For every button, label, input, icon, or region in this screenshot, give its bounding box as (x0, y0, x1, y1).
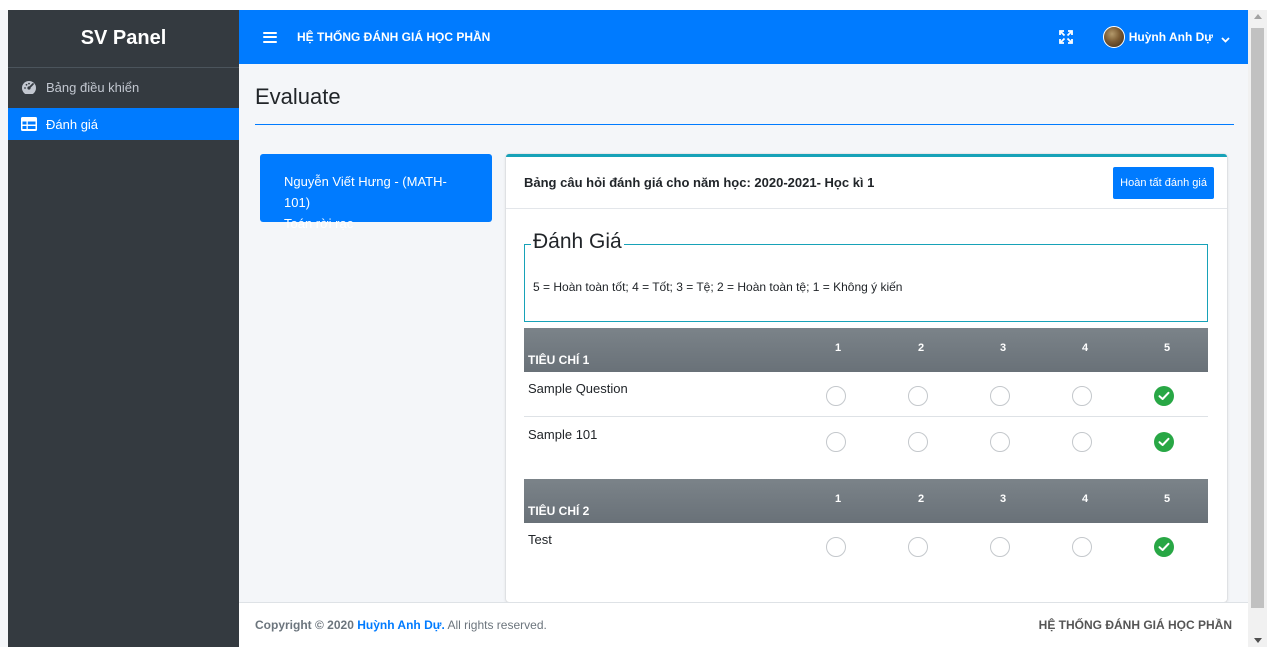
rating-radio-1[interactable] (826, 537, 846, 557)
footer: Copyright © 2020 Huỳnh Anh Dự. All right… (239, 602, 1248, 647)
rating-radio-1[interactable] (826, 386, 846, 406)
criteria-header-2: TIÊU CHÍ 2 1 2 3 4 5 (524, 479, 1208, 523)
card-header: Bảng câu hỏi đánh giá cho năm học: 2020-… (506, 157, 1227, 209)
sidebar-item-label: Đánh giá (46, 116, 99, 132)
criteria-header-1: TIÊU CHÍ 1 1 2 3 4 5 (524, 328, 1208, 372)
main-content: Evaluate Nguyễn Viết Hưng - (MATH-101) T… (239, 64, 1248, 602)
question-row: Test (524, 524, 1208, 568)
sidebar: SV Panel Bảng điều khiển Đánh giá (8, 10, 239, 647)
copyright-suffix: All rights reserved. (444, 618, 547, 632)
rating-scale-text: 5 = Hoàn toàn tốt; 4 = Tốt; 3 = Tệ; 2 = … (533, 280, 903, 294)
finish-evaluation-button[interactable]: Hoàn tất đánh giá (1113, 166, 1214, 199)
system-title: HỆ THỐNG ĐÁNH GIÁ HỌC PHẦN (297, 30, 491, 44)
page-title: Evaluate (255, 84, 341, 109)
check-icon (1158, 391, 1170, 400)
brand-title: SV Panel (80, 27, 167, 49)
check-icon (1158, 542, 1170, 551)
column-header-3: 3 (1000, 493, 1007, 505)
rating-radio-3[interactable] (990, 386, 1010, 406)
column-header-3: 3 (1000, 342, 1007, 354)
criteria-name: TIÊU CHÍ 1 (528, 353, 590, 367)
sidebar-item-label: Bảng điều khiển (46, 79, 140, 95)
scroll-down-icon[interactable] (1254, 638, 1262, 643)
criteria-name: TIÊU CHÍ 2 (528, 504, 590, 518)
sidebar-item-dashboard[interactable]: Bảng điều khiển (8, 72, 239, 102)
rating-radio-5-checked[interactable] (1154, 537, 1174, 557)
rating-radio-2[interactable] (908, 432, 928, 452)
sidebar-item-evaluate[interactable]: Đánh giá (8, 108, 239, 140)
question-text: Sample Question (528, 381, 628, 396)
dashboard-gauge-icon (20, 80, 38, 94)
column-header-2: 2 (918, 342, 925, 354)
column-header-1: 1 (835, 493, 842, 505)
page-scrollbar[interactable] (1248, 10, 1267, 647)
rating-radio-3[interactable] (990, 537, 1010, 557)
course-name: Toán rời rạc (284, 216, 354, 231)
rating-radio-4[interactable] (1072, 537, 1092, 557)
fullscreen-icon[interactable] (1058, 30, 1073, 44)
rating-radio-4[interactable] (1072, 432, 1092, 452)
copyright-text: Copyright © 2020 Huỳnh Anh Dự. All right… (255, 618, 547, 632)
top-navbar: HỆ THỐNG ĐÁNH GIÁ HỌC PHẦN Huỳnh Anh Dự (239, 10, 1248, 64)
rating-radio-2[interactable] (908, 537, 928, 557)
question-row: Sample 101 (524, 419, 1208, 463)
rating-radio-2[interactable] (908, 386, 928, 406)
avatar (1102, 26, 1125, 48)
column-header-4: 4 (1082, 493, 1089, 505)
scroll-thumb[interactable] (1251, 28, 1264, 608)
top-strip (0, 0, 1267, 10)
teacher-course-card[interactable]: Nguyễn Viết Hưng - (MATH-101) Toán rời r… (260, 154, 492, 231)
rating-radio-3[interactable] (990, 432, 1010, 452)
menu-toggle-icon[interactable] (263, 31, 277, 43)
legend-title: Đánh Giá (531, 230, 624, 254)
rating-radio-5-checked[interactable] (1154, 386, 1174, 406)
title-divider (255, 124, 1234, 125)
author-link[interactable]: Huỳnh Anh Dự. (357, 618, 445, 632)
rating-radio-1[interactable] (826, 432, 846, 452)
teacher-name: Nguyễn Viết Hưng - (MATH-101) (284, 174, 447, 210)
column-header-2: 2 (918, 493, 925, 505)
copyright-prefix: Copyright © 2020 (255, 618, 358, 632)
question-row: Sample Question (524, 373, 1208, 417)
check-icon (1158, 437, 1170, 446)
column-header-4: 4 (1082, 342, 1089, 354)
table-icon (20, 117, 38, 131)
evaluation-card: Bảng câu hỏi đánh giá cho năm học: 2020-… (506, 154, 1227, 602)
column-header-5: 5 (1164, 342, 1171, 354)
chevron-down-icon (1221, 33, 1230, 43)
question-text: Sample 101 (528, 427, 598, 442)
column-header-1: 1 (835, 342, 842, 354)
rating-radio-5-checked[interactable] (1154, 432, 1174, 452)
question-text: Test (528, 532, 552, 547)
scroll-up-icon[interactable] (1254, 14, 1262, 19)
footer-system-title: HỆ THỐNG ĐÁNH GIÁ HỌC PHẦN (1038, 618, 1232, 632)
card-title: Bảng câu hỏi đánh giá cho năm học: 2020-… (524, 175, 875, 190)
user-name: Huỳnh Anh Dự (1128, 30, 1213, 44)
brand-logo[interactable]: SV Panel (8, 10, 239, 68)
user-menu[interactable]: Huỳnh Anh Dự (1102, 26, 1230, 48)
rating-legend-box: Đánh Giá 5 = Hoàn toàn tốt; 4 = Tốt; 3 =… (524, 230, 1208, 322)
rating-radio-4[interactable] (1072, 386, 1092, 406)
column-header-5: 5 (1164, 493, 1171, 505)
